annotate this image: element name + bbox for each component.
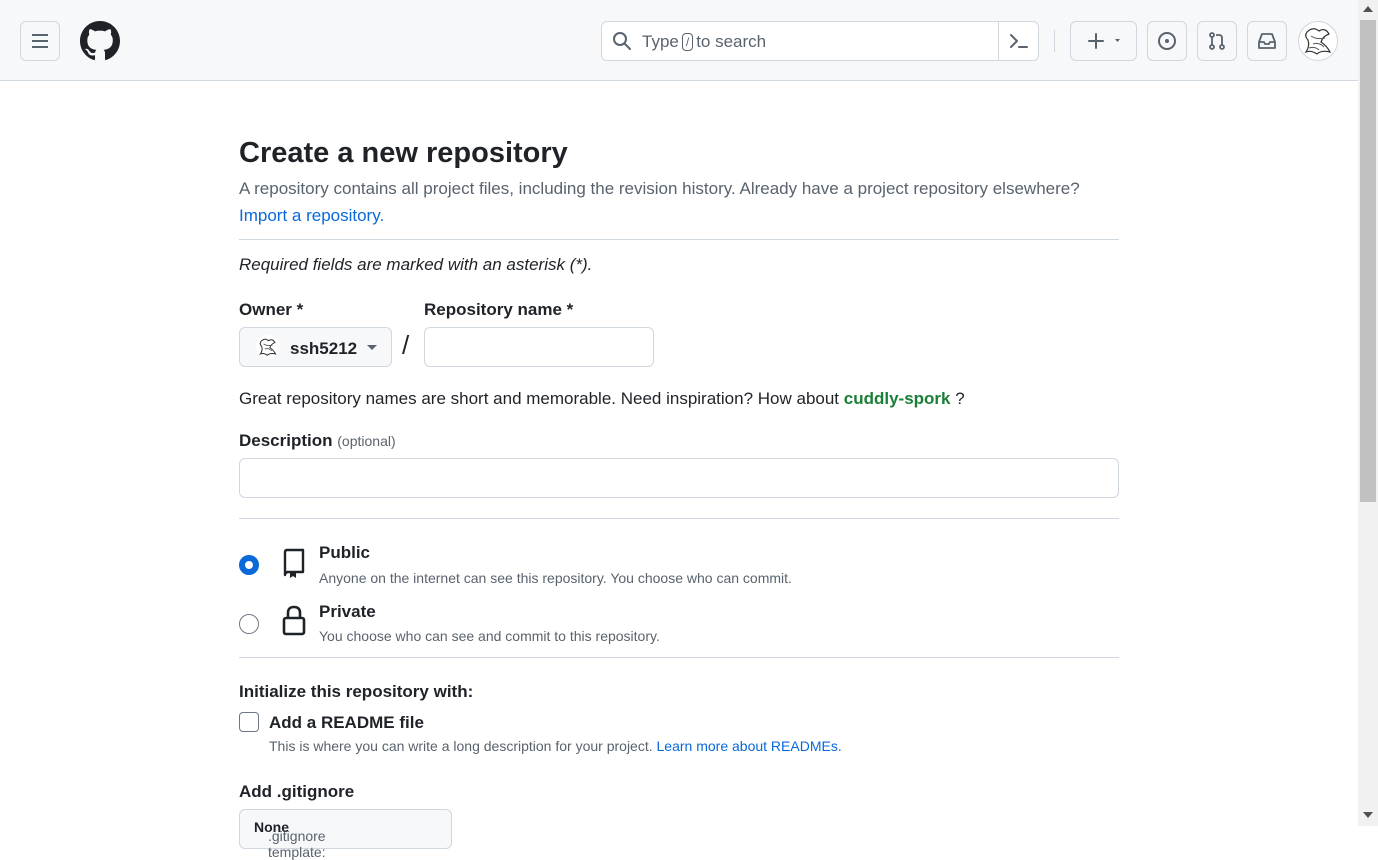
private-option-title[interactable]: Private [319, 602, 376, 622]
gitignore-label: Add .gitignore [239, 782, 355, 801]
description-input[interactable] [239, 458, 1119, 498]
scroll-down-arrow-icon[interactable] [1363, 812, 1373, 818]
inspiration-text: Great repository names are short and mem… [239, 389, 840, 408]
plus-dropdown-icon [1087, 33, 1120, 49]
hamburger-icon [32, 34, 48, 48]
section-divider [239, 518, 1119, 519]
readme-checkbox[interactable] [239, 712, 259, 732]
command-palette-button[interactable] [998, 22, 1038, 60]
chevron-down-icon [367, 345, 377, 350]
description-optional-hint: (optional) [337, 433, 396, 449]
inbox-button[interactable] [1247, 21, 1287, 61]
pull-request-icon [1209, 32, 1225, 50]
required-fields-note: Required fields are marked with an aster… [239, 255, 593, 274]
readme-description: This is where you can write a long descr… [269, 738, 842, 754]
public-option-title[interactable]: Public [319, 543, 370, 563]
page-title: Create a new repository [239, 137, 568, 169]
owner-label: Owner * [239, 300, 304, 319]
owner-repo-separator: / [402, 330, 410, 360]
suggested-name-link[interactable]: cuddly-spork [844, 389, 951, 408]
search-bar[interactable]: Type / to search [601, 21, 1039, 61]
avatar-image-icon [1304, 28, 1332, 55]
section-divider [239, 657, 1119, 658]
search-placeholder: Type / to search [642, 32, 766, 52]
owner-avatar [256, 335, 280, 359]
readme-label[interactable]: Add a README file [269, 713, 424, 733]
public-radio[interactable] [239, 555, 259, 575]
description-label: Description (optional) [239, 431, 396, 451]
create-new-button[interactable] [1070, 21, 1137, 61]
lock-icon [282, 605, 306, 636]
issue-icon [1158, 32, 1176, 50]
search-shortcut-key: / [681, 33, 694, 51]
inspiration-end: ? [955, 389, 965, 408]
description-label-text: Description [239, 431, 333, 450]
search-placeholder-suffix: to search [696, 32, 767, 51]
readme-desc-text: This is where you can write a long descr… [269, 738, 653, 754]
scrollbar-thumb[interactable] [1360, 20, 1376, 502]
terminal-icon [1009, 34, 1028, 48]
repo-name-input[interactable] [424, 327, 654, 367]
import-repository-link[interactable]: Import a repository. [239, 206, 384, 226]
header-divider [1054, 30, 1055, 52]
section-divider [239, 239, 1119, 240]
page-subtitle: A repository contains all project files,… [239, 179, 1080, 198]
user-avatar[interactable] [1298, 21, 1338, 61]
pull-requests-button[interactable] [1197, 21, 1237, 61]
name-inspiration: Great repository names are short and mem… [239, 389, 965, 409]
github-logo-icon[interactable] [80, 21, 120, 61]
private-option-desc: You choose who can see and commit to thi… [319, 628, 660, 644]
inbox-icon [1258, 33, 1276, 49]
search-placeholder-prefix: Type [642, 32, 679, 51]
repo-name-label: Repository name * [424, 300, 574, 319]
repo-icon [283, 548, 305, 578]
issues-button[interactable] [1147, 21, 1187, 61]
app-header: Type / to search [0, 0, 1358, 81]
gitignore-prefix: .gitignore template: [268, 828, 326, 860]
gitignore-select-text: .gitignore template: None [254, 819, 326, 860]
private-radio[interactable] [239, 614, 259, 634]
owner-select[interactable]: ssh5212 [239, 327, 392, 367]
owner-avatar-image-icon [259, 338, 277, 356]
initialize-heading: Initialize this repository with: [239, 682, 474, 701]
scroll-up-arrow-icon[interactable] [1363, 6, 1373, 12]
page-scrollbar[interactable] [1358, 0, 1378, 826]
owner-name: ssh5212 [290, 339, 358, 358]
search-icon [613, 32, 631, 50]
learn-readmes-link[interactable]: Learn more about READMEs. [657, 738, 842, 754]
menu-button[interactable] [20, 21, 60, 61]
public-option-desc: Anyone on the internet can see this repo… [319, 570, 792, 586]
gitignore-template-select[interactable]: .gitignore template: None [239, 809, 452, 860]
